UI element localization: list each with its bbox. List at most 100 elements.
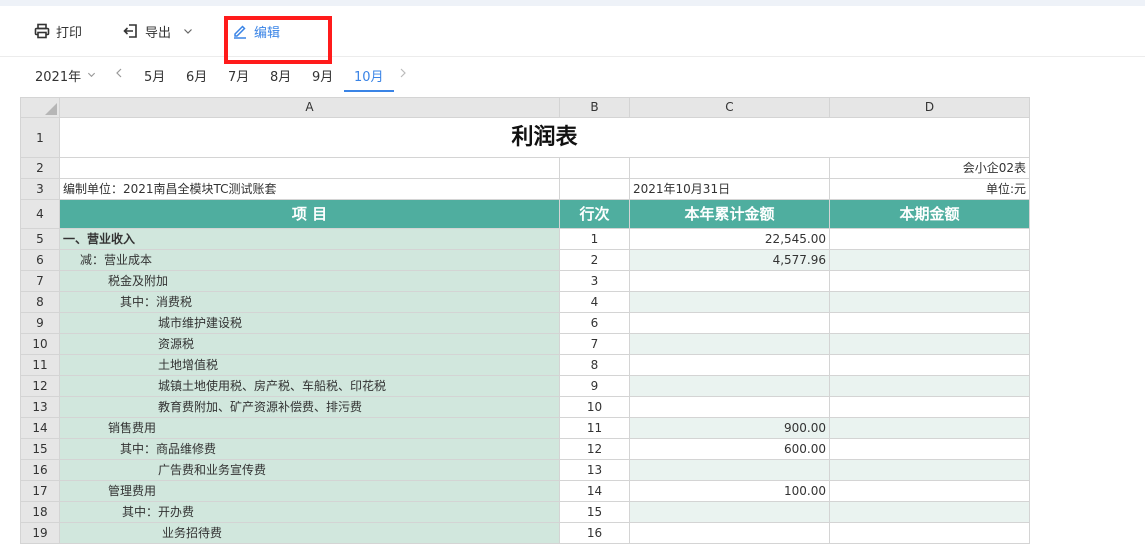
row-header[interactable]: 19 bbox=[20, 522, 60, 544]
period-amount-cell[interactable] bbox=[829, 354, 1030, 376]
line-number-cell[interactable]: 15 bbox=[559, 501, 630, 523]
row-header[interactable]: 16 bbox=[20, 459, 60, 481]
item-cell[interactable]: 其中：开办费 bbox=[59, 501, 560, 523]
item-cell[interactable]: 管理费用 bbox=[59, 480, 560, 502]
line-number-cell[interactable]: 11 bbox=[559, 417, 630, 439]
period-amount-cell[interactable] bbox=[829, 249, 1030, 271]
row-header[interactable]: 17 bbox=[20, 480, 60, 502]
export-button[interactable]: 导出 bbox=[123, 20, 193, 42]
item-cell[interactable]: 土地增值税 bbox=[59, 354, 560, 376]
year-dropdown[interactable]: 2021年 bbox=[35, 66, 96, 85]
header-ytd[interactable]: 本年累计金额 bbox=[629, 199, 830, 229]
ytd-amount-cell[interactable] bbox=[629, 291, 830, 313]
item-cell[interactable]: 资源税 bbox=[59, 333, 560, 355]
item-cell[interactable]: 广告费和业务宣传费 bbox=[59, 459, 560, 481]
period-amount-cell[interactable] bbox=[829, 522, 1030, 544]
line-number-cell[interactable]: 13 bbox=[559, 459, 630, 481]
period-amount-cell[interactable] bbox=[829, 480, 1030, 502]
row-header[interactable]: 15 bbox=[20, 438, 60, 460]
line-number-cell[interactable]: 16 bbox=[559, 522, 630, 544]
select-all-corner[interactable] bbox=[20, 97, 60, 118]
row-header[interactable]: 11 bbox=[20, 354, 60, 376]
item-cell[interactable]: 减：营业成本 bbox=[59, 249, 560, 271]
cell[interactable] bbox=[559, 178, 630, 200]
prev-month-button[interactable] bbox=[115, 67, 123, 82]
row-header[interactable]: 18 bbox=[20, 501, 60, 523]
company-name[interactable]: 编制单位：2021南昌全模块TC测试账套 bbox=[59, 178, 560, 200]
period-amount-cell[interactable] bbox=[829, 333, 1030, 355]
ytd-amount-cell[interactable]: 4,577.96 bbox=[629, 249, 830, 271]
line-number-cell[interactable]: 4 bbox=[559, 291, 630, 313]
ytd-amount-cell[interactable] bbox=[629, 333, 830, 355]
row-header[interactable]: 4 bbox=[20, 199, 60, 229]
period-amount-cell[interactable] bbox=[829, 375, 1030, 397]
row-header[interactable]: 3 bbox=[20, 178, 60, 200]
row-header[interactable]: 2 bbox=[20, 157, 60, 179]
ytd-amount-cell[interactable]: 100.00 bbox=[629, 480, 830, 502]
header-line[interactable]: 行次 bbox=[559, 199, 630, 229]
period-amount-cell[interactable] bbox=[829, 228, 1030, 250]
month-tab-10[interactable]: 10月 bbox=[354, 66, 384, 85]
report-date[interactable]: 2021年10月31日 bbox=[629, 178, 830, 200]
column-header-b[interactable]: B bbox=[559, 97, 630, 118]
ytd-amount-cell[interactable] bbox=[629, 375, 830, 397]
month-tab-9[interactable]: 9月 bbox=[312, 66, 333, 85]
line-number-cell[interactable]: 10 bbox=[559, 396, 630, 418]
ytd-amount-cell[interactable]: 900.00 bbox=[629, 417, 830, 439]
item-cell[interactable]: 其中：商品维修费 bbox=[59, 438, 560, 460]
row-header[interactable]: 10 bbox=[20, 333, 60, 355]
row-header[interactable]: 8 bbox=[20, 291, 60, 313]
cell[interactable] bbox=[629, 157, 830, 179]
month-tab-6[interactable]: 6月 bbox=[186, 66, 207, 85]
form-code[interactable]: 会小企02表 bbox=[829, 157, 1030, 179]
month-tab-8[interactable]: 8月 bbox=[270, 66, 291, 85]
report-title[interactable]: 利润表 bbox=[59, 117, 1030, 158]
period-amount-cell[interactable] bbox=[829, 459, 1030, 481]
item-cell[interactable]: 城镇土地使用税、房产税、车船税、印花税 bbox=[59, 375, 560, 397]
line-number-cell[interactable]: 9 bbox=[559, 375, 630, 397]
unit-label[interactable]: 单位:元 bbox=[829, 178, 1030, 200]
month-tab-7[interactable]: 7月 bbox=[228, 66, 249, 85]
month-tab-5[interactable]: 5月 bbox=[144, 66, 165, 85]
header-item[interactable]: 项 目 bbox=[59, 199, 560, 229]
line-number-cell[interactable]: 8 bbox=[559, 354, 630, 376]
period-amount-cell[interactable] bbox=[829, 501, 1030, 523]
row-header[interactable]: 1 bbox=[20, 117, 60, 158]
next-month-button[interactable] bbox=[399, 67, 407, 82]
ytd-amount-cell[interactable] bbox=[629, 354, 830, 376]
item-cell[interactable]: 其中：消费税 bbox=[59, 291, 560, 313]
cell[interactable] bbox=[59, 157, 560, 179]
ytd-amount-cell[interactable] bbox=[629, 459, 830, 481]
row-header[interactable]: 6 bbox=[20, 249, 60, 271]
period-amount-cell[interactable] bbox=[829, 270, 1030, 292]
ytd-amount-cell[interactable]: 22,545.00 bbox=[629, 228, 830, 250]
print-button[interactable]: 打印 bbox=[34, 20, 82, 42]
line-number-cell[interactable]: 12 bbox=[559, 438, 630, 460]
ytd-amount-cell[interactable] bbox=[629, 522, 830, 544]
cell[interactable] bbox=[559, 157, 630, 179]
ytd-amount-cell[interactable] bbox=[629, 312, 830, 334]
line-number-cell[interactable]: 3 bbox=[559, 270, 630, 292]
period-amount-cell[interactable] bbox=[829, 417, 1030, 439]
period-amount-cell[interactable] bbox=[829, 438, 1030, 460]
ytd-amount-cell[interactable] bbox=[629, 270, 830, 292]
item-cell[interactable]: 一、营业收入 bbox=[59, 228, 560, 250]
row-header[interactable]: 14 bbox=[20, 417, 60, 439]
period-amount-cell[interactable] bbox=[829, 291, 1030, 313]
period-amount-cell[interactable] bbox=[829, 396, 1030, 418]
ytd-amount-cell[interactable] bbox=[629, 396, 830, 418]
row-header[interactable]: 13 bbox=[20, 396, 60, 418]
item-cell[interactable]: 税金及附加 bbox=[59, 270, 560, 292]
header-period[interactable]: 本期金额 bbox=[829, 199, 1030, 229]
line-number-cell[interactable]: 14 bbox=[559, 480, 630, 502]
item-cell[interactable]: 城市维护建设税 bbox=[59, 312, 560, 334]
period-amount-cell[interactable] bbox=[829, 312, 1030, 334]
column-header-d[interactable]: D bbox=[829, 97, 1030, 118]
column-header-a[interactable]: A bbox=[59, 97, 560, 118]
line-number-cell[interactable]: 7 bbox=[559, 333, 630, 355]
row-header[interactable]: 7 bbox=[20, 270, 60, 292]
line-number-cell[interactable]: 6 bbox=[559, 312, 630, 334]
ytd-amount-cell[interactable] bbox=[629, 501, 830, 523]
item-cell[interactable]: 业务招待费 bbox=[59, 522, 560, 544]
item-cell[interactable]: 教育费附加、矿产资源补偿费、排污费 bbox=[59, 396, 560, 418]
